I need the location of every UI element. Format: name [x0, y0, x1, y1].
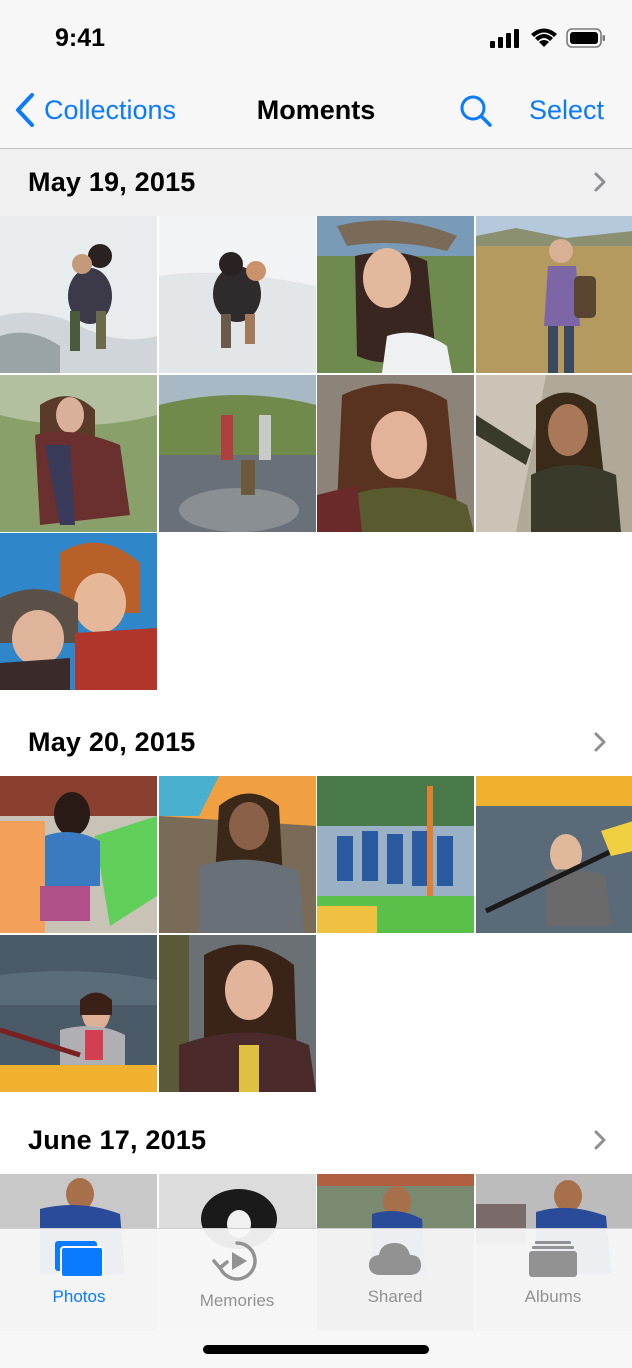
photo-thumbnail[interactable]	[158, 216, 316, 373]
tab-label: Albums	[524, 1287, 582, 1306]
chevron-right-icon	[594, 1130, 606, 1150]
moment-section-may-19: May 19, 2015	[0, 148, 632, 691]
moment-header[interactable]: June 17, 2015	[0, 1106, 632, 1174]
photo-thumbnail[interactable]	[0, 934, 157, 1092]
moment-section-may-20: May 20, 2015	[0, 708, 632, 1092]
home-indicator[interactable]	[203, 1345, 429, 1354]
chevron-right-icon	[594, 172, 606, 192]
wifi-icon	[531, 28, 557, 47]
select-button[interactable]: Select	[529, 95, 604, 126]
photo-thumbnail[interactable]	[0, 216, 157, 373]
tab-label: Shared	[367, 1287, 423, 1306]
photo-grid	[0, 216, 632, 691]
photo-thumbnail[interactable]	[0, 374, 157, 532]
photo-thumbnail[interactable]	[317, 776, 475, 933]
photo-thumbnail[interactable]	[475, 374, 632, 532]
photo-thumbnail[interactable]	[317, 216, 475, 373]
battery-icon	[566, 28, 605, 48]
photo-thumbnail[interactable]	[475, 216, 632, 373]
status-time: 9:41	[55, 24, 106, 52]
chevron-right-icon	[594, 732, 606, 752]
tab-albums[interactable]: Albums	[474, 1239, 632, 1319]
photo-thumbnail[interactable]	[158, 776, 316, 933]
tab-bar: Photos Memories Shared Albums	[0, 1228, 632, 1368]
tab-memories[interactable]: Memories	[158, 1239, 316, 1319]
moment-date: May 20, 2015	[28, 726, 196, 757]
photo-thumbnail[interactable]	[158, 374, 316, 532]
photo-thumbnail[interactable]	[0, 776, 157, 933]
cellular-signal-icon	[490, 29, 519, 48]
tab-label: Memories	[199, 1291, 275, 1310]
back-button-label: Collections	[44, 94, 177, 125]
photo-thumbnail[interactable]	[317, 374, 475, 532]
photos-icon	[55, 1241, 104, 1278]
photo-thumbnail[interactable]	[0, 533, 157, 691]
moment-date: May 19, 2015	[28, 166, 196, 197]
photo-thumbnail[interactable]	[475, 776, 632, 933]
moments-scroll-view[interactable]: May 19, 2015 May 20, 2015 June 17, 2015	[0, 0, 632, 1368]
search-icon[interactable]	[459, 94, 493, 128]
photos-app: May 19, 2015 May 20, 2015 June 17, 2015 …	[0, 0, 632, 1368]
albums-icon	[529, 1241, 577, 1277]
moment-header[interactable]: May 19, 2015	[0, 148, 632, 216]
photo-grid	[0, 776, 632, 1092]
navigation-bar: 9:41 Collections Moments Select	[0, 0, 632, 149]
moment-date: June 17, 2015	[28, 1124, 207, 1155]
tab-shared[interactable]: Shared	[316, 1239, 474, 1319]
tab-photos[interactable]: Photos	[0, 1239, 158, 1319]
moment-header[interactable]: May 20, 2015	[0, 708, 632, 776]
cloud-icon	[369, 1243, 421, 1275]
chevron-left-icon	[16, 93, 34, 127]
photo-thumbnail[interactable]	[158, 934, 316, 1092]
tab-label: Photos	[52, 1287, 106, 1306]
status-icons	[490, 27, 606, 49]
memories-icon	[212, 1241, 257, 1281]
back-button[interactable]: Collections	[14, 92, 176, 128]
